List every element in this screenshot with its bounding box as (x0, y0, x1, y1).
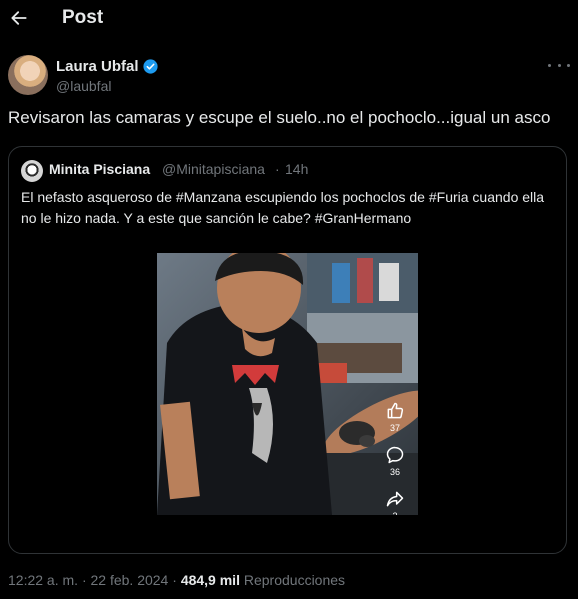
share-control[interactable]: 2 (382, 489, 408, 515)
page-title: Post (62, 7, 104, 28)
top-bar: Post (0, 0, 578, 36)
like-icon (387, 402, 404, 419)
more-icon (548, 63, 551, 67)
back-button[interactable] (6, 5, 32, 31)
quoted-author-name[interactable]: Minita Pisciana (49, 161, 150, 177)
avatar[interactable] (8, 55, 48, 95)
post-meta: 12:22 a. m. · 22 feb. 2024 · 484,9 mil R… (8, 572, 345, 588)
views-label: Reproducciones (243, 572, 346, 588)
quoted-text-part: El nefasto asqueroso de (21, 189, 176, 205)
meta-separator: · (81, 572, 87, 588)
share-icon (386, 491, 404, 507)
media-overlay: 37 36 2 (382, 401, 408, 515)
quoted-text-part: escupiendo los pochoclos de (241, 189, 429, 205)
like-count: 37 (389, 423, 400, 433)
post-date[interactable]: 22 feb. 2024 (91, 572, 169, 588)
verified-badge-icon (143, 59, 158, 74)
quoted-avatar[interactable] (21, 160, 43, 182)
media-frame (157, 253, 418, 515)
tweet-text: Revisaron las camaras y escupe el suelo.… (8, 108, 551, 127)
more-button[interactable] (548, 58, 570, 72)
author-handle[interactable]: @laubfal (56, 78, 111, 94)
quoted-tweet[interactable]: Minita Pisciana @Minitapisciana · 14h El… (8, 146, 567, 554)
hashtag-link[interactable]: #Manzana (176, 189, 241, 205)
quoted-time[interactable]: 14h (285, 161, 308, 177)
arrow-left-icon (11, 11, 27, 25)
hashtag-link[interactable]: #GranHermano (315, 210, 412, 226)
hashtag-link[interactable]: #Furia (429, 189, 469, 205)
comment-icon (386, 446, 404, 464)
author-name[interactable]: Laura Ubfal (56, 58, 139, 75)
views-count: 484,9 mil (180, 572, 240, 588)
meta-separator: · (172, 572, 177, 588)
like-control[interactable]: 37 (382, 401, 408, 433)
quoted-text: El nefasto asqueroso de #Manzana escupie… (21, 187, 546, 229)
share-count: 2 (392, 511, 397, 515)
comment-control[interactable]: 36 (382, 445, 408, 477)
quoted-author-handle[interactable]: @Minitapisciana (162, 161, 265, 177)
quoted-media[interactable]: 37 36 2 (157, 253, 418, 515)
quoted-separator: · (275, 161, 280, 177)
comment-count: 36 (389, 467, 400, 477)
post-time[interactable]: 12:22 a. m. (8, 572, 78, 588)
